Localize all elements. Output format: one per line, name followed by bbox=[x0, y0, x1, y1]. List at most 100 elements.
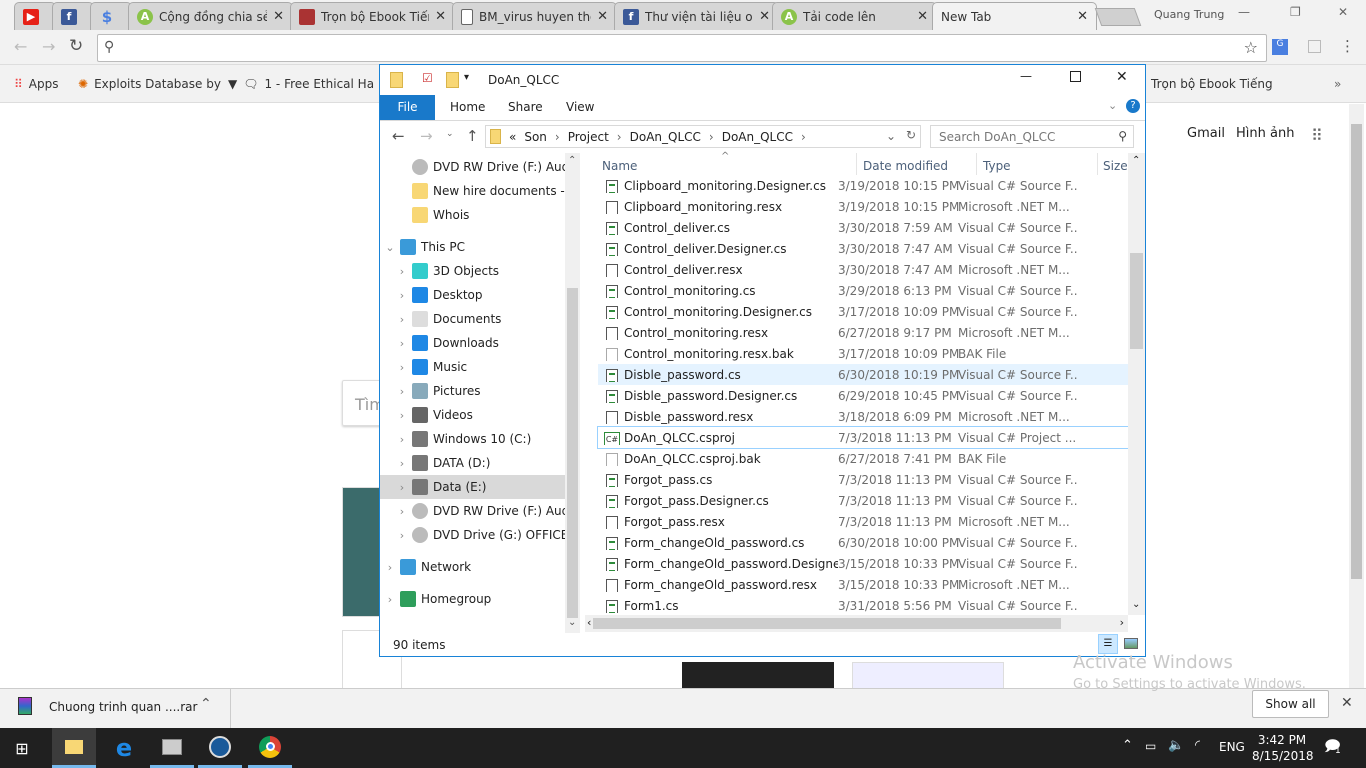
expand-chevron-icon[interactable]: ⌄ bbox=[384, 241, 396, 254]
forward-button[interactable]: → bbox=[420, 127, 433, 145]
nav-item[interactable]: › Downloads bbox=[380, 331, 566, 355]
translate-icon[interactable]: G bbox=[1272, 39, 1288, 55]
nav-item[interactable]: › Music bbox=[380, 355, 566, 379]
nav-item[interactable]: › DVD RW Drive (F:) Audio bbox=[380, 499, 566, 523]
expand-chevron-icon[interactable]: › bbox=[396, 505, 408, 518]
large-icons-view-icon[interactable] bbox=[1124, 638, 1138, 649]
omnibox[interactable]: ⚲ ☆ bbox=[97, 34, 1267, 62]
expand-chevron-icon[interactable]: › bbox=[396, 457, 408, 470]
details-view-icon[interactable]: ☰ bbox=[1098, 634, 1118, 654]
show-all-button[interactable]: Show all bbox=[1252, 690, 1329, 718]
show-hidden-icons-button[interactable]: ⌃ bbox=[1122, 738, 1133, 753]
breadcrumb-item[interactable]: DoAn_QLCC bbox=[630, 130, 701, 144]
extension-icon[interactable] bbox=[1308, 40, 1321, 53]
nav-item[interactable]: › DVD Drive (G:) OFFICE11 bbox=[380, 523, 566, 547]
bookmark[interactable]: ✺ Exploits Database by bbox=[78, 77, 221, 91]
close-icon[interactable]: ✕ bbox=[435, 9, 446, 24]
file-row[interactable]: Control_deliver.resx 3/30/2018 7:47 AM Mic… bbox=[598, 259, 1128, 280]
nav-item[interactable]: › Pictures bbox=[380, 379, 566, 403]
bookmark[interactable]: Trọn bộ Ebook Tiếng bbox=[1151, 77, 1273, 91]
bookmark[interactable]: ▼ 🗨 1 - Free Ethical Ha bbox=[228, 77, 374, 91]
most-visited-tile[interactable] bbox=[682, 662, 834, 690]
file-row[interactable]: Control_monitoring.resx 6/27/2018 9:17 PM… bbox=[598, 322, 1128, 343]
tab-new-tab[interactable]: New Tab ✕ bbox=[932, 2, 1097, 30]
nav-item[interactable]: › Homegroup bbox=[380, 587, 566, 611]
minimize-button[interactable]: — bbox=[1238, 5, 1250, 19]
google-apps-icon[interactable]: ⠿ bbox=[1311, 126, 1323, 145]
nav-item[interactable]: › Desktop bbox=[380, 283, 566, 307]
expand-chevron-icon[interactable]: › bbox=[396, 265, 408, 278]
download-item[interactable]: Chuong trinh quan ....rar ⌃ bbox=[0, 689, 231, 728]
page-scrollbar[interactable] bbox=[1349, 104, 1364, 688]
forward-button[interactable]: → bbox=[42, 37, 55, 56]
nav-item[interactable]: Whois bbox=[380, 203, 566, 227]
chevron-up-icon[interactable]: ⌃ bbox=[200, 696, 212, 712]
nav-item[interactable]: › 3D Objects bbox=[380, 259, 566, 283]
close-icon[interactable]: ✕ bbox=[273, 9, 284, 24]
language-indicator[interactable]: ENG bbox=[1219, 740, 1245, 754]
profile-name[interactable]: Quang Trung bbox=[1154, 8, 1224, 21]
file-row[interactable]: Clipboard_monitoring.resx 3/19/2018 10:15… bbox=[598, 196, 1128, 217]
nav-scrollbar[interactable]: ⌃ ⌄ bbox=[565, 153, 580, 633]
file-row[interactable]: Forgot_pass.cs 7/3/2018 11:13 PM Visual C#… bbox=[598, 469, 1128, 490]
file-row[interactable]: Control_monitoring.Designer.cs 3/17/2018 … bbox=[598, 301, 1128, 322]
nav-item[interactable]: New hire documents - HI bbox=[380, 179, 566, 203]
scroll-down-icon[interactable]: ⌄ bbox=[1132, 599, 1140, 610]
taskbar-resource-monitor[interactable] bbox=[150, 728, 194, 768]
wifi-icon[interactable]: ◜ bbox=[1195, 738, 1200, 753]
file-row[interactable]: Control_monitoring.resx.bak 3/17/2018 10:… bbox=[598, 343, 1128, 364]
tab[interactable]: Trọn bộ Ebook Tiến ✕ bbox=[290, 2, 455, 30]
close-window-button[interactable]: ✕ bbox=[1338, 5, 1348, 19]
file-row[interactable]: Form_changeOld_password.cs 6/30/2018 10:0… bbox=[598, 532, 1128, 553]
recent-locations-button[interactable]: ⌄ bbox=[446, 129, 454, 139]
scroll-up-icon[interactable]: ⌃ bbox=[568, 155, 576, 166]
close-icon[interactable]: ✕ bbox=[1341, 695, 1353, 711]
file-row[interactable]: Form_changeOld_password.resx 3/15/2018 10… bbox=[598, 574, 1128, 595]
column-header-date[interactable]: Date modified bbox=[863, 159, 948, 173]
clock[interactable]: 3:42 PM 8/15/2018 bbox=[1252, 732, 1314, 764]
address-bar[interactable]: « Son › Project › DoAn_QLCC › DoAn_QLCC › ⌄ … bbox=[485, 125, 921, 148]
menu-icon[interactable]: ⋮ bbox=[1340, 37, 1355, 55]
expand-chevron-icon[interactable]: › bbox=[396, 313, 408, 326]
breadcrumb-overflow[interactable]: « bbox=[509, 130, 516, 144]
battery-icon[interactable]: ▭ bbox=[1145, 739, 1156, 753]
close-icon[interactable]: ✕ bbox=[597, 9, 608, 24]
minimize-button[interactable]: — bbox=[1020, 69, 1032, 83]
file-scrollbar-thumb[interactable] bbox=[1130, 253, 1143, 349]
expand-chevron-icon[interactable]: › bbox=[396, 385, 408, 398]
file-row[interactable]: Disble_password.Designer.cs 6/29/2018 10:… bbox=[598, 385, 1128, 406]
nav-scrollbar-thumb[interactable] bbox=[567, 288, 578, 618]
maximize-button[interactable] bbox=[1070, 71, 1081, 82]
restore-button[interactable]: ❐ bbox=[1290, 5, 1301, 19]
column-header-type[interactable]: Type bbox=[983, 159, 1011, 173]
file-row[interactable]: Disble_password.cs 6/30/2018 10:19 PM Visu… bbox=[598, 364, 1128, 385]
tab[interactable]: A Cộng đồng chia sẻ ✕ bbox=[128, 2, 293, 30]
new-tab-button[interactable] bbox=[1094, 8, 1142, 26]
tab[interactable]: A Tải code lên ✕ bbox=[772, 2, 937, 30]
file-row[interactable]: Control_deliver.cs 3/30/2018 7:59 AM Visua… bbox=[598, 217, 1128, 238]
scroll-right-icon[interactable]: › bbox=[1120, 616, 1124, 629]
expand-chevron-icon[interactable]: › bbox=[396, 529, 408, 542]
taskbar-file-explorer[interactable] bbox=[52, 728, 96, 768]
close-icon[interactable]: ✕ bbox=[759, 9, 770, 24]
bookmark-apps[interactable]: ⠿ Apps bbox=[14, 77, 59, 91]
nav-item[interactable]: › DATA (D:) bbox=[380, 451, 566, 475]
nav-item[interactable]: ⌄ This PC bbox=[380, 235, 566, 259]
expand-chevron-icon[interactable]: › bbox=[384, 561, 396, 574]
chevron-right-icon[interactable]: › bbox=[709, 130, 714, 144]
properties-icon[interactable]: ☑ bbox=[422, 71, 433, 85]
horizontal-scrollbar-thumb[interactable] bbox=[593, 618, 1061, 629]
tab-dollar[interactable]: $ bbox=[90, 2, 132, 30]
expand-chevron-icon[interactable]: › bbox=[396, 409, 408, 422]
nav-item[interactable]: › Documents bbox=[380, 307, 566, 331]
chevron-right-icon[interactable]: › bbox=[617, 130, 622, 144]
star-icon[interactable]: ☆ bbox=[1244, 38, 1258, 57]
breadcrumb-item[interactable]: Project bbox=[568, 130, 609, 144]
expand-chevron-icon[interactable]: › bbox=[384, 593, 396, 606]
taskbar-app[interactable] bbox=[198, 728, 242, 768]
images-link[interactable]: Hình ảnh bbox=[1236, 126, 1294, 141]
breadcrumb-item[interactable]: DoAn_QLCC bbox=[722, 130, 793, 144]
horizontal-scrollbar[interactable]: ‹ › bbox=[585, 615, 1128, 632]
close-button[interactable]: ✕ bbox=[1116, 69, 1128, 85]
most-visited-tile[interactable] bbox=[852, 662, 1004, 690]
